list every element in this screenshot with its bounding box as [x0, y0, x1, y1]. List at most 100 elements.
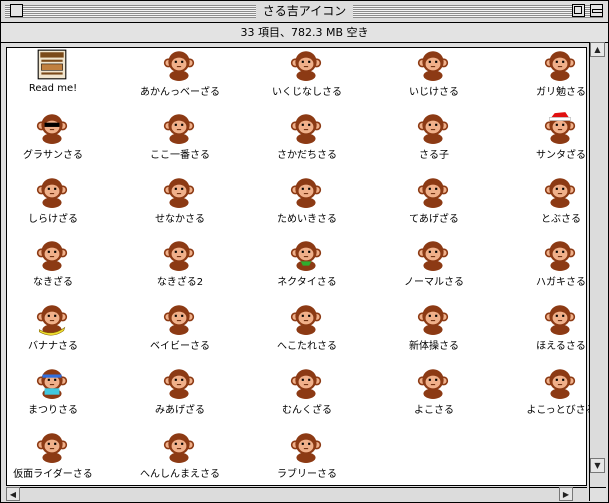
icon-item[interactable]: いくじなしさる [247, 48, 367, 112]
icon-item[interactable]: ここ一番さる [120, 111, 240, 175]
icon-label: みあげざる [155, 405, 205, 416]
window-title: さる吉アイコン [255, 4, 354, 18]
icon-view[interactable]: Read me! あかんっべーざる いくじなしさる いじけさる ガリ勉さる グラサンさるこ… [6, 47, 596, 486]
icon-label: まつりさる [28, 405, 78, 416]
icon-item[interactable]: いじけさる [374, 48, 494, 112]
icon-label: よこさる [414, 405, 454, 416]
monkey-icon [417, 369, 449, 399]
vertical-scrollbar[interactable]: ▲ ▼ [589, 42, 606, 487]
monkey-icon [290, 369, 322, 399]
title-bar[interactable]: さる吉アイコン [1, 1, 608, 23]
horizontal-scrollbar[interactable]: ◀ ▶ [6, 487, 587, 501]
resize-grip[interactable] [589, 487, 606, 501]
icon-label: へんしんまえさる [140, 469, 220, 480]
icon-item[interactable]: まつりさる [0, 366, 113, 430]
icon-label: ためいきさる [277, 214, 337, 225]
icon-item[interactable]: Read me! [0, 48, 113, 112]
window-title-wrap: さる吉アイコン [1, 1, 608, 22]
icon-item[interactable]: しらけざる [0, 175, 113, 239]
monkey-icon [417, 305, 449, 335]
icon-label: さる子 [419, 150, 449, 161]
monkey-icon [544, 51, 576, 81]
monkey-icon [163, 114, 195, 144]
icon-label: ここ一番さる [150, 150, 210, 161]
icon-label: ネクタイさる [277, 277, 337, 288]
arrow-up-icon: ▲ [594, 45, 601, 54]
monkey-icon [290, 114, 322, 144]
monkey-icon [36, 178, 68, 208]
monkey-icon [544, 369, 576, 399]
monkey-icon [290, 51, 322, 81]
scroll-right-button[interactable]: ▶ [559, 487, 573, 501]
monkey-icon [163, 51, 195, 81]
icon-label: バナナさる [28, 341, 78, 352]
icon-item[interactable]: ノーマルさる [374, 238, 494, 302]
icon-label: せなかさる [155, 214, 205, 225]
monkey-icon [544, 178, 576, 208]
zoom-box[interactable] [572, 4, 585, 17]
arrow-left-icon: ◀ [9, 490, 17, 499]
icon-item[interactable]: バナナさる [0, 302, 113, 366]
monkey-icon [163, 241, 195, 271]
monkey-icon [36, 433, 68, 463]
icon-item[interactable]: なきざる [0, 238, 113, 302]
icon-label: なきざる [33, 277, 73, 288]
icon-item[interactable]: さる子 [374, 111, 494, 175]
icon-item[interactable]: ベイビーさる [120, 302, 240, 366]
icon-label: ベイビーさる [150, 341, 210, 352]
icon-label: 新体操さる [409, 341, 459, 352]
icon-label: ノーマルさる [404, 277, 464, 288]
icon-item[interactable]: むんくざる [247, 366, 367, 430]
icon-label: いくじなしさる [272, 87, 342, 98]
scroll-down-button[interactable]: ▼ [590, 458, 605, 473]
document-icon [37, 49, 67, 80]
monkey-icon [163, 433, 195, 463]
icon-item[interactable]: へこたれさる [247, 302, 367, 366]
icon-item[interactable]: ためいきさる [247, 175, 367, 239]
icon-item[interactable]: ラブリーさる [247, 430, 367, 494]
icon-label: しらけざる [28, 214, 78, 225]
scroll-up-button[interactable]: ▲ [590, 42, 605, 57]
icon-item[interactable]: せなかさる [120, 175, 240, 239]
icon-label: いじけさる [409, 87, 459, 98]
icon-label: さかだちさる [277, 150, 337, 161]
scroll-left-button[interactable]: ◀ [6, 487, 20, 501]
monkey-santa-icon [544, 112, 576, 144]
icon-label: てあげざる [409, 214, 459, 225]
icon-item[interactable]: よこさる [374, 366, 494, 430]
icon-item[interactable]: へんしんまえさる [120, 430, 240, 494]
info-bar: 33 項目、782.3 MB 空き [1, 23, 608, 43]
icon-label: Read me! [28, 83, 78, 94]
icon-item[interactable]: グラサンさる [0, 111, 113, 175]
monkey-festival-icon [36, 369, 68, 399]
monkey-necktie-icon [290, 241, 322, 271]
arrow-right-icon: ▶ [562, 490, 570, 499]
icon-label: グラサンさる [23, 150, 83, 161]
monkey-sunglasses-icon [36, 114, 68, 144]
arrow-down-icon: ▼ [594, 461, 601, 470]
icon-item[interactable]: 新体操さる [374, 302, 494, 366]
monkey-icon [544, 305, 576, 335]
icon-item[interactable]: さかだちさる [247, 111, 367, 175]
monkey-icon [417, 178, 449, 208]
icon-label: むんくざる [282, 405, 332, 416]
collapse-box[interactable] [590, 4, 603, 17]
icon-item[interactable]: あかんっべーざる [120, 48, 240, 112]
monkey-icon [417, 241, 449, 271]
close-box[interactable] [10, 4, 23, 17]
icon-label: 仮面ライダーさる [13, 469, 93, 480]
icon-item[interactable]: 仮面ライダーさる [0, 430, 113, 494]
icon-label: あかんっべーざる [140, 87, 220, 98]
icon-label: ラブリーさる [277, 469, 337, 480]
monkey-icon [163, 178, 195, 208]
icon-item[interactable]: てあげざる [374, 175, 494, 239]
icon-label: なきざる2 [156, 277, 204, 288]
monkey-banana-icon [36, 305, 68, 336]
icon-item[interactable]: なきざる2 [120, 238, 240, 302]
finder-window: さる吉アイコン 33 項目、782.3 MB 空き Read me! あかんっべー… [0, 0, 609, 503]
monkey-icon [163, 369, 195, 399]
icon-item[interactable]: みあげざる [120, 366, 240, 430]
icon-item[interactable]: ネクタイさる [247, 238, 367, 302]
monkey-icon [417, 114, 449, 144]
monkey-icon [544, 241, 576, 271]
